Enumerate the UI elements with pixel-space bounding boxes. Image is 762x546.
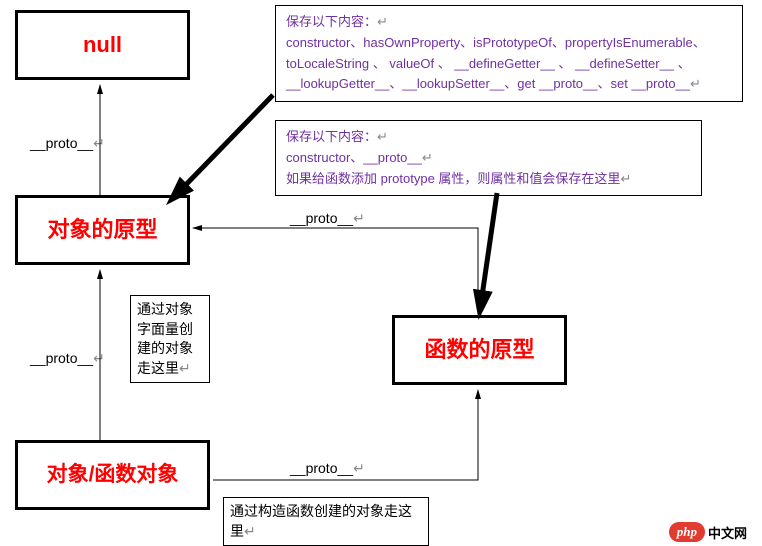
info-line: constructor、hasOwnProperty、isPrototypeOf… xyxy=(286,33,732,95)
info-box-top: 保存以下内容：↵ constructor、hasOwnProperty、isPr… xyxy=(275,5,743,102)
box-null-label: null xyxy=(83,32,122,58)
info-line: 保存以下内容：↵ xyxy=(286,12,732,33)
label-proto-2: __proto__↵ xyxy=(30,350,105,367)
box-function-prototype-label: 函数的原型 xyxy=(424,337,534,363)
logo: php 中文网 xyxy=(669,522,747,542)
info-line: 保存以下内容：↵ xyxy=(286,127,691,148)
label-proto-4: __proto__↵ xyxy=(290,210,365,227)
logo-text: 中文网 xyxy=(708,523,747,542)
box-function-prototype: 函数的原型 xyxy=(392,315,567,385)
box-object-function-object: 对象/函数对象 xyxy=(15,440,210,510)
box-object-function-object-label: 对象/函数对象 xyxy=(47,462,179,487)
label-proto-1: __proto__↵ xyxy=(30,135,105,152)
label-proto-3: __proto__↵ xyxy=(290,460,365,477)
box-null: null xyxy=(15,10,190,80)
logo-brand-icon: php xyxy=(669,522,705,542)
info-line: constructor、__proto__↵ xyxy=(286,148,691,169)
box-object-prototype-label: 对象的原型 xyxy=(47,217,157,243)
info-line: 如果给函数添加 prototype 属性，则属性和值会保存在这里↵ xyxy=(286,169,691,190)
note-literal: 通过对象字面量创建的对象走这里↵ xyxy=(130,295,210,383)
note-constructor: 通过构造函数创建的对象走这里↵ xyxy=(223,497,429,546)
box-object-prototype: 对象的原型 xyxy=(15,195,190,265)
info-box-bottom: 保存以下内容：↵ constructor、__proto__↵ 如果给函数添加 … xyxy=(275,120,702,196)
